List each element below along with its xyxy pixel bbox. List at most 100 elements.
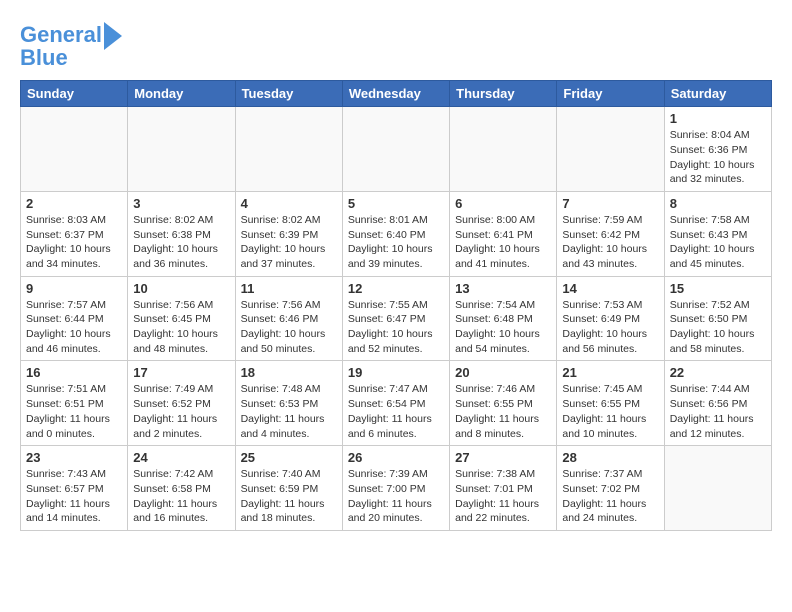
day-number: 26 — [348, 450, 444, 465]
day-info: Sunrise: 7:56 AM Sunset: 6:46 PM Dayligh… — [241, 298, 337, 357]
day-info: Sunrise: 7:47 AM Sunset: 6:54 PM Dayligh… — [348, 382, 444, 441]
day-info: Sunrise: 8:04 AM Sunset: 6:36 PM Dayligh… — [670, 128, 766, 187]
day-number: 11 — [241, 281, 337, 296]
day-number: 22 — [670, 365, 766, 380]
day-number: 15 — [670, 281, 766, 296]
calendar-week-row: 9 Sunrise: 7:57 AM Sunset: 6:44 PM Daylig… — [21, 276, 772, 361]
calendar-cell: 13 Sunrise: 7:54 AM Sunset: 6:48 PM Dayli… — [450, 276, 557, 361]
calendar-cell: 19 Sunrise: 7:47 AM Sunset: 6:54 PM Dayli… — [342, 361, 449, 446]
day-number: 13 — [455, 281, 551, 296]
calendar-cell: 20Sunrise: 7:46 AM Sunset: 6:55 PM Dayli… — [450, 361, 557, 446]
day-info: Sunrise: 7:56 AM Sunset: 6:45 PM Dayligh… — [133, 298, 229, 357]
day-number: 19 — [348, 365, 444, 380]
calendar-cell: 27 Sunrise: 7:38 AM Sunset: 7:01 PM Dayli… — [450, 446, 557, 531]
weekday-header: Thursday — [450, 81, 557, 107]
calendar-cell: 9 Sunrise: 7:57 AM Sunset: 6:44 PM Daylig… — [21, 276, 128, 361]
calendar-cell: 10 Sunrise: 7:56 AM Sunset: 6:45 PM Dayli… — [128, 276, 235, 361]
calendar-table: SundayMondayTuesdayWednesdayThursdayFrid… — [20, 80, 772, 531]
calendar-cell: 2Sunrise: 8:03 AM Sunset: 6:37 PM Daylig… — [21, 191, 128, 276]
calendar-cell: 23 Sunrise: 7:43 AM Sunset: 6:57 PM Dayli… — [21, 446, 128, 531]
day-number: 3 — [133, 196, 229, 211]
calendar-cell — [342, 107, 449, 192]
logo-text: General — [20, 23, 102, 47]
calendar-cell: 26 Sunrise: 7:39 AM Sunset: 7:00 PM Dayli… — [342, 446, 449, 531]
day-number: 8 — [670, 196, 766, 211]
calendar-week-row: 16Sunrise: 7:51 AM Sunset: 6:51 PM Dayli… — [21, 361, 772, 446]
day-info: Sunrise: 7:43 AM Sunset: 6:57 PM Dayligh… — [26, 467, 122, 526]
day-number: 10 — [133, 281, 229, 296]
calendar-cell: 6 Sunrise: 8:00 AM Sunset: 6:41 PM Daylig… — [450, 191, 557, 276]
day-info: Sunrise: 7:46 AM Sunset: 6:55 PM Dayligh… — [455, 382, 551, 441]
calendar-cell: 22 Sunrise: 7:44 AM Sunset: 6:56 PM Dayli… — [664, 361, 771, 446]
day-info: Sunrise: 8:02 AM Sunset: 6:38 PM Dayligh… — [133, 213, 229, 272]
weekday-header: Tuesday — [235, 81, 342, 107]
calendar-cell: 7Sunrise: 7:59 AM Sunset: 6:42 PM Daylig… — [557, 191, 664, 276]
calendar-cell: 17 Sunrise: 7:49 AM Sunset: 6:52 PM Dayli… — [128, 361, 235, 446]
day-number: 23 — [26, 450, 122, 465]
calendar-cell — [235, 107, 342, 192]
day-info: Sunrise: 7:42 AM Sunset: 6:58 PM Dayligh… — [133, 467, 229, 526]
day-info: Sunrise: 7:44 AM Sunset: 6:56 PM Dayligh… — [670, 382, 766, 441]
weekday-header: Saturday — [664, 81, 771, 107]
calendar-cell: 5 Sunrise: 8:01 AM Sunset: 6:40 PM Daylig… — [342, 191, 449, 276]
calendar-week-row: 2Sunrise: 8:03 AM Sunset: 6:37 PM Daylig… — [21, 191, 772, 276]
calendar-cell: 28 Sunrise: 7:37 AM Sunset: 7:02 PM Dayli… — [557, 446, 664, 531]
day-info: Sunrise: 8:02 AM Sunset: 6:39 PM Dayligh… — [241, 213, 337, 272]
day-info: Sunrise: 7:52 AM Sunset: 6:50 PM Dayligh… — [670, 298, 766, 357]
day-info: Sunrise: 7:45 AM Sunset: 6:55 PM Dayligh… — [562, 382, 658, 441]
day-info: Sunrise: 7:59 AM Sunset: 6:42 PM Dayligh… — [562, 213, 658, 272]
day-info: Sunrise: 7:37 AM Sunset: 7:02 PM Dayligh… — [562, 467, 658, 526]
day-info: Sunrise: 7:40 AM Sunset: 6:59 PM Dayligh… — [241, 467, 337, 526]
calendar-cell: 8 Sunrise: 7:58 AM Sunset: 6:43 PM Daylig… — [664, 191, 771, 276]
day-info: Sunrise: 7:49 AM Sunset: 6:52 PM Dayligh… — [133, 382, 229, 441]
logo-blue-text: Blue — [20, 46, 68, 70]
calendar-cell: 25 Sunrise: 7:40 AM Sunset: 6:59 PM Dayli… — [235, 446, 342, 531]
day-info: Sunrise: 7:39 AM Sunset: 7:00 PM Dayligh… — [348, 467, 444, 526]
day-number: 12 — [348, 281, 444, 296]
day-number: 14 — [562, 281, 658, 296]
day-info: Sunrise: 7:57 AM Sunset: 6:44 PM Dayligh… — [26, 298, 122, 357]
day-number: 24 — [133, 450, 229, 465]
day-number: 5 — [348, 196, 444, 211]
day-info: Sunrise: 7:58 AM Sunset: 6:43 PM Dayligh… — [670, 213, 766, 272]
weekday-header-row: SundayMondayTuesdayWednesdayThursdayFrid… — [21, 81, 772, 107]
day-number: 6 — [455, 196, 551, 211]
calendar-week-row: 1 Sunrise: 8:04 AM Sunset: 6:36 PM Daylig… — [21, 107, 772, 192]
day-number: 1 — [670, 111, 766, 126]
day-number: 9 — [26, 281, 122, 296]
calendar-cell: 12 Sunrise: 7:55 AM Sunset: 6:47 PM Dayli… — [342, 276, 449, 361]
calendar-cell: 15 Sunrise: 7:52 AM Sunset: 6:50 PM Dayli… — [664, 276, 771, 361]
day-info: Sunrise: 7:55 AM Sunset: 6:47 PM Dayligh… — [348, 298, 444, 357]
day-number: 28 — [562, 450, 658, 465]
calendar-cell — [450, 107, 557, 192]
weekday-header: Friday — [557, 81, 664, 107]
day-number: 21 — [562, 365, 658, 380]
day-info: Sunrise: 8:00 AM Sunset: 6:41 PM Dayligh… — [455, 213, 551, 272]
calendar-cell: 3 Sunrise: 8:02 AM Sunset: 6:38 PM Daylig… — [128, 191, 235, 276]
day-info: Sunrise: 7:48 AM Sunset: 6:53 PM Dayligh… — [241, 382, 337, 441]
weekday-header: Monday — [128, 81, 235, 107]
weekday-header: Sunday — [21, 81, 128, 107]
page-header: General Blue — [20, 20, 772, 70]
calendar-cell: 16Sunrise: 7:51 AM Sunset: 6:51 PM Dayli… — [21, 361, 128, 446]
day-number: 4 — [241, 196, 337, 211]
calendar-week-row: 23 Sunrise: 7:43 AM Sunset: 6:57 PM Dayli… — [21, 446, 772, 531]
day-number: 27 — [455, 450, 551, 465]
calendar-cell — [21, 107, 128, 192]
day-info: Sunrise: 7:38 AM Sunset: 7:01 PM Dayligh… — [455, 467, 551, 526]
day-info: Sunrise: 7:53 AM Sunset: 6:49 PM Dayligh… — [562, 298, 658, 357]
calendar-cell — [664, 446, 771, 531]
day-number: 25 — [241, 450, 337, 465]
calendar-cell: 14 Sunrise: 7:53 AM Sunset: 6:49 PM Dayli… — [557, 276, 664, 361]
weekday-header: Wednesday — [342, 81, 449, 107]
day-info: Sunrise: 8:01 AM Sunset: 6:40 PM Dayligh… — [348, 213, 444, 272]
calendar-cell: 11 Sunrise: 7:56 AM Sunset: 6:46 PM Dayli… — [235, 276, 342, 361]
calendar-cell: 4 Sunrise: 8:02 AM Sunset: 6:39 PM Daylig… — [235, 191, 342, 276]
calendar-cell — [557, 107, 664, 192]
day-info: Sunrise: 8:03 AM Sunset: 6:37 PM Dayligh… — [26, 213, 122, 272]
calendar-cell: 18Sunrise: 7:48 AM Sunset: 6:53 PM Dayli… — [235, 361, 342, 446]
day-info: Sunrise: 7:54 AM Sunset: 6:48 PM Dayligh… — [455, 298, 551, 357]
day-number: 17 — [133, 365, 229, 380]
calendar-cell — [128, 107, 235, 192]
logo: General Blue — [20, 20, 122, 70]
